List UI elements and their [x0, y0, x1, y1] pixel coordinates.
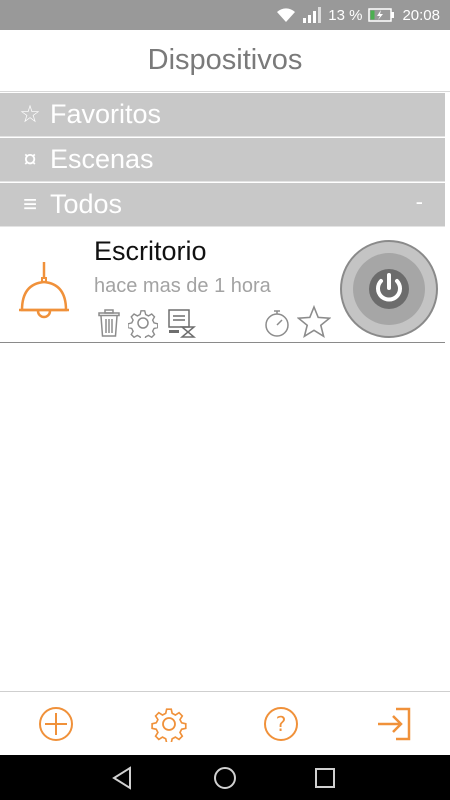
recents-icon[interactable] — [312, 765, 338, 791]
section-label: Todos — [50, 189, 123, 219]
power-button-inner — [353, 253, 425, 325]
battery-charging-icon — [368, 7, 396, 23]
svg-text:?: ? — [276, 712, 287, 736]
section-label: Favoritos — [50, 99, 162, 129]
scenes-icon: ¤ — [23, 145, 37, 173]
clock: 20:08 — [402, 6, 440, 24]
settings-icon[interactable] — [151, 706, 187, 742]
timer-icon[interactable] — [262, 308, 292, 338]
device-last-seen: hace mas de 1 hora — [94, 275, 271, 297]
section-favorites[interactable]: ☆ Favoritos — [0, 93, 445, 137]
star-icon[interactable] — [297, 305, 331, 339]
collapse-toggle[interactable]: - — [416, 189, 423, 215]
gear-icon[interactable] — [128, 308, 158, 338]
trash-icon[interactable] — [94, 308, 124, 338]
section-all[interactable]: ≡ Todos - — [0, 183, 445, 227]
home-icon[interactable] — [212, 765, 238, 791]
system-nav-bar — [0, 755, 450, 800]
battery-percent: 13 % — [328, 6, 363, 24]
wifi-icon — [276, 7, 296, 23]
signal-icon — [302, 7, 322, 23]
logout-icon[interactable] — [376, 706, 412, 742]
schedule-icon[interactable] — [166, 308, 196, 338]
back-icon[interactable] — [110, 765, 136, 791]
power-button[interactable] — [340, 240, 438, 338]
section-scenes[interactable]: ¤ Escenas — [0, 138, 445, 182]
help-icon[interactable]: ? — [263, 706, 299, 742]
lamp-icon — [19, 262, 69, 319]
add-icon[interactable] — [38, 706, 74, 742]
star-outline-icon: ☆ — [19, 101, 41, 128]
bottom-toolbar: ? — [0, 691, 450, 755]
power-icon — [369, 269, 409, 309]
section-label: Escenas — [50, 144, 154, 174]
page-title: Dispositivos — [0, 30, 450, 92]
list-icon: ≡ — [22, 190, 37, 218]
device-row[interactable]: Escritorio hace mas de 1 hora — [0, 230, 445, 343]
device-name: Escritorio — [94, 236, 207, 266]
status-bar: 13 % 20:08 — [0, 0, 450, 30]
